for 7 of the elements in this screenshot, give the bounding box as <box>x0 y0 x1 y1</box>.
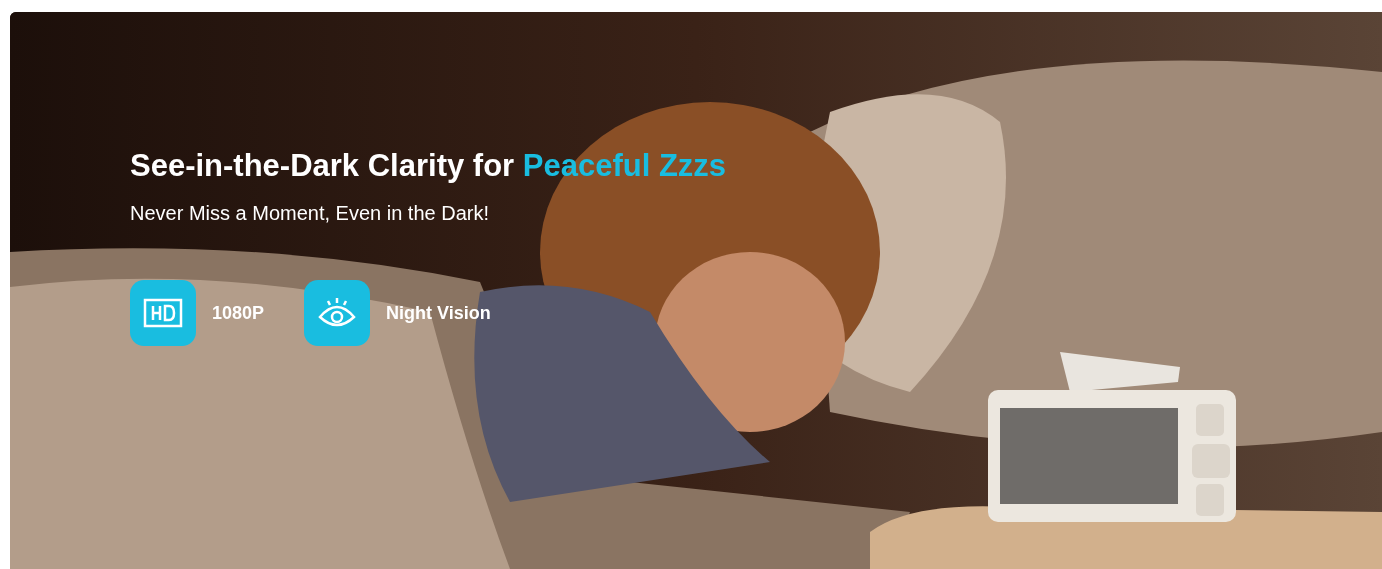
feature-label: 1080P <box>212 301 265 325</box>
headline-highlight: Peaceful Zzzs <box>522 148 727 183</box>
eye-icon <box>304 280 371 346</box>
hd-icon <box>130 280 196 346</box>
subtitle: Never Miss a Moment, Even in the Dark! <box>130 201 490 226</box>
feature-label: Night Vision <box>386 301 491 325</box>
headline: See-in-the-Dark Clarity for <box>130 148 516 183</box>
